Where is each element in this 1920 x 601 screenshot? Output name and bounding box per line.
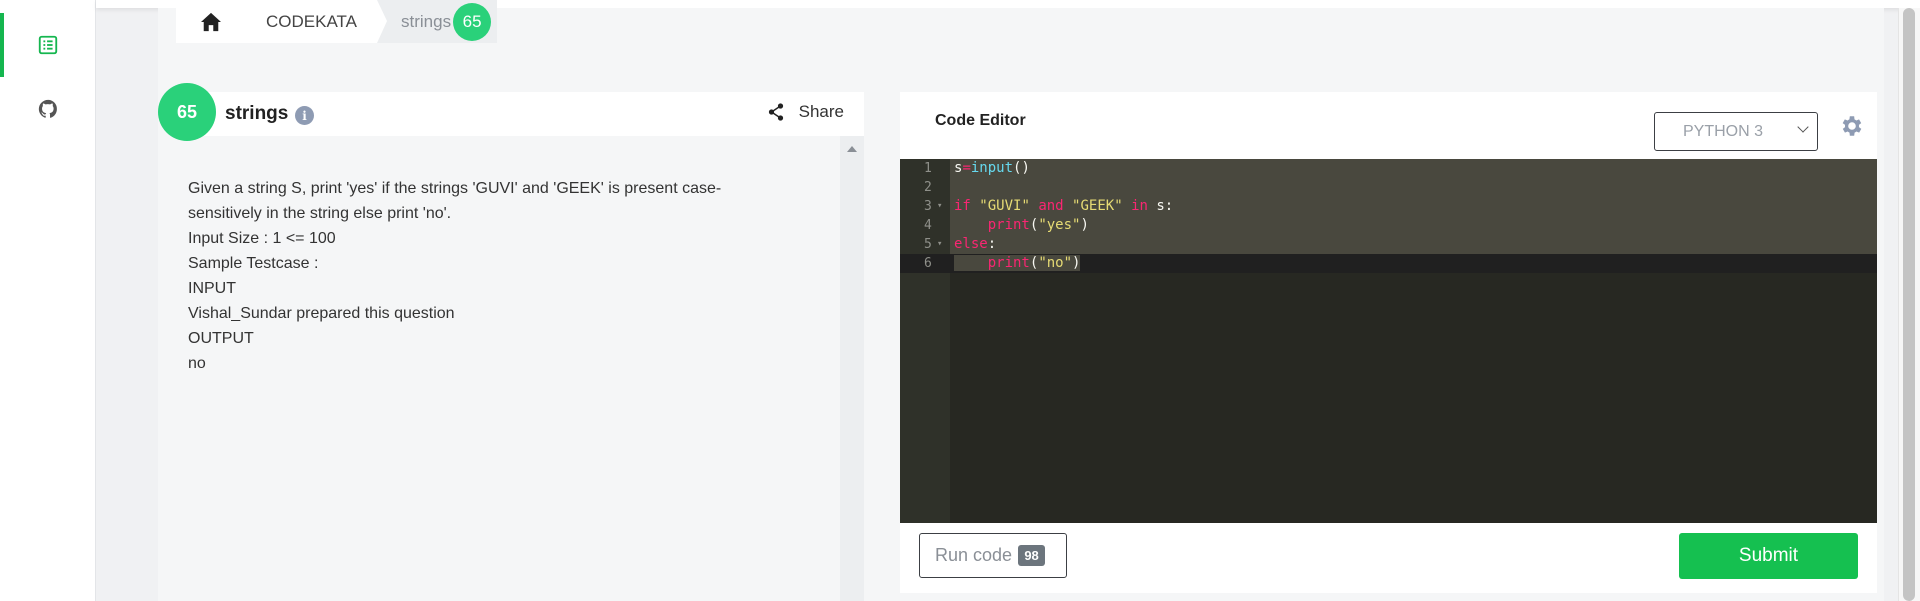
line-number-text: 5 xyxy=(924,237,932,252)
code-line-5: else: xyxy=(954,236,997,252)
editor-title: Code Editor xyxy=(935,112,1026,129)
breadcrumb-home[interactable] xyxy=(176,0,256,43)
fold-arrow-icon[interactable]: ▾ xyxy=(937,235,942,254)
breadcrumb-count-badge: 65 xyxy=(453,2,492,41)
scroll-up-arrow-icon[interactable] xyxy=(847,146,857,152)
problem-header: strings i Share xyxy=(178,92,864,136)
fold-arrow-icon[interactable]: ▾ xyxy=(937,197,942,216)
line-number: 2 xyxy=(924,180,932,195)
problem-line: Vishal_Sundar prepared this question xyxy=(188,305,455,322)
sidebar-item-problems[interactable] xyxy=(0,13,96,77)
share-label: Share xyxy=(798,102,844,121)
line-number-text: 3 xyxy=(924,199,932,214)
list-icon xyxy=(38,35,58,55)
problem-line: sensitively in the string else print 'no… xyxy=(188,205,452,222)
problem-line: OUTPUT xyxy=(188,330,254,347)
line-number: 4 xyxy=(924,218,932,233)
info-icon[interactable]: i xyxy=(295,106,314,125)
problem-title: strings xyxy=(225,103,289,124)
code-editor[interactable]: 1 2 3 ▾ 4 5 ▾ 6 s=input() if "GUVI" and "G… xyxy=(900,159,1877,523)
problem-line: Input Size : 1 <= 100 xyxy=(188,230,336,247)
line-number: 3 ▾ xyxy=(900,197,950,216)
run-code-button[interactable]: Run code 98 xyxy=(919,533,1067,578)
problem-line: no xyxy=(188,355,206,372)
breadcrumb: CODEKATA strings 65 xyxy=(176,0,498,43)
home-icon xyxy=(201,12,221,31)
gear-icon[interactable] xyxy=(1839,113,1865,139)
code-line-6: print("no") xyxy=(954,254,1081,273)
problem-description: Given a string S, print 'yes' if the str… xyxy=(178,136,840,601)
code-line-4: print("yes") xyxy=(987,217,1089,233)
problem-number-badge: 65 xyxy=(158,83,216,141)
page-scrollbar-thumb[interactable] xyxy=(1903,8,1915,601)
line-number: 6 xyxy=(924,256,932,271)
problem-line: Sample Testcase : xyxy=(188,255,319,272)
language-select-value: PYTHON 3 xyxy=(1683,122,1764,140)
share-icon xyxy=(768,103,783,121)
problem-line: INPUT xyxy=(188,280,236,297)
chevron-down-icon xyxy=(1797,121,1809,133)
line-number: 1 xyxy=(924,161,932,176)
run-count-badge: 98 xyxy=(1018,545,1046,566)
breadcrumb-current: strings 65 xyxy=(377,0,498,43)
sidebar xyxy=(0,0,96,601)
problem-line: Given a string S, print 'yes' if the str… xyxy=(188,180,722,197)
github-icon xyxy=(38,99,57,118)
submit-button[interactable]: Submit xyxy=(1679,533,1858,579)
share-button[interactable]: Share xyxy=(767,102,844,122)
code-line-1: s=input() xyxy=(954,160,1030,176)
breadcrumb-codekata[interactable]: CODEKATA xyxy=(246,0,387,43)
code-line-3: if "GUVI" and "GEEK" in s: xyxy=(954,198,1174,214)
sidebar-item-github[interactable] xyxy=(0,77,96,141)
page-scrollbar[interactable] xyxy=(1898,8,1920,601)
run-code-label: Run code xyxy=(935,545,1013,565)
editor-panel: Code Editor PYTHON 3 1 2 3 ▾ 4 5 ▾ 6 s=inp… xyxy=(900,92,1877,593)
problem-panel: strings i Share Given a string S, print … xyxy=(178,92,864,601)
line-number: 5 ▾ xyxy=(900,235,950,254)
problem-scrollbar[interactable] xyxy=(840,136,864,601)
language-select[interactable]: PYTHON 3 xyxy=(1654,112,1818,151)
breadcrumb-current-label: strings xyxy=(401,11,452,31)
